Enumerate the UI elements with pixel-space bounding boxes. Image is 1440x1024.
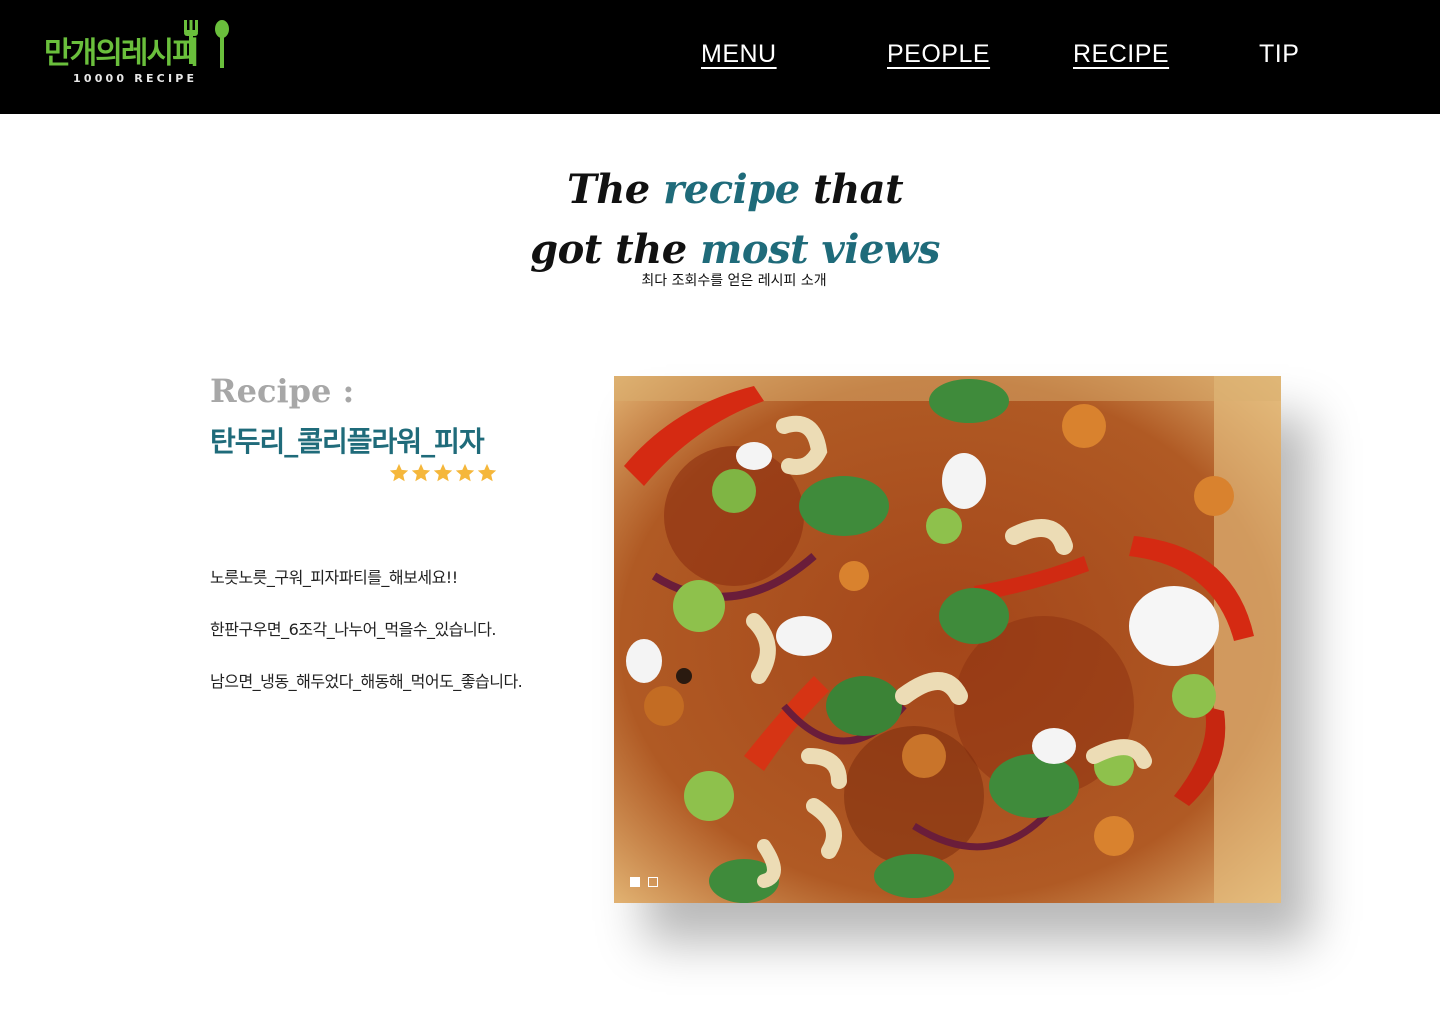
title-word: The [566, 166, 650, 213]
carousel-dot-1[interactable] [630, 877, 640, 887]
title-word: got the [530, 226, 687, 273]
main-nav: MENU PEOPLE RECIPE TIP [0, 40, 1440, 76]
recipe-label: Recipe : [210, 372, 355, 410]
recipe-description-line: 노릇노릇_구워_피자파티를_해보세요!! [210, 568, 458, 587]
nav-menu[interactable]: MENU [701, 40, 777, 69]
star-icon [389, 463, 409, 482]
title-word: that [813, 166, 904, 213]
pizza-photo[interactable] [614, 376, 1281, 903]
pizza-illustration [614, 376, 1281, 903]
title-line-1: The recipe that [566, 166, 904, 213]
title-line-2: got the most views [530, 226, 940, 273]
star-icon [455, 463, 475, 482]
top-navigation-bar: 만개의레시피 10000 RECIPE MENU PEOPLE RECIPE T… [0, 0, 1440, 114]
recipe-description-line: 한판구우면_6조각_나누어_먹을수_있습니다. [210, 620, 497, 639]
carousel-dot-2[interactable] [648, 877, 658, 887]
title-accent-word: most views [700, 226, 940, 273]
nav-recipe[interactable]: RECIPE [1073, 40, 1169, 69]
section-subtitle: 최다 조회수를 얻은 레시피 소개 [641, 273, 827, 289]
recipe-title[interactable]: 탄두리_콜리플라워_피자 [210, 420, 485, 460]
title-accent-word: recipe [663, 166, 800, 213]
section-title: The recipe that got the most views [0, 160, 1440, 280]
nav-tip[interactable]: TIP [1259, 40, 1299, 69]
star-icon [411, 463, 431, 482]
star-icon [477, 463, 497, 482]
star-icon [433, 463, 453, 482]
recipe-description-line: 남으면_냉동_해두었다_해동해_먹어도_좋습니다. [210, 672, 523, 691]
rating-stars [388, 462, 498, 486]
carousel-indicators [630, 877, 658, 887]
nav-people[interactable]: PEOPLE [887, 40, 990, 69]
